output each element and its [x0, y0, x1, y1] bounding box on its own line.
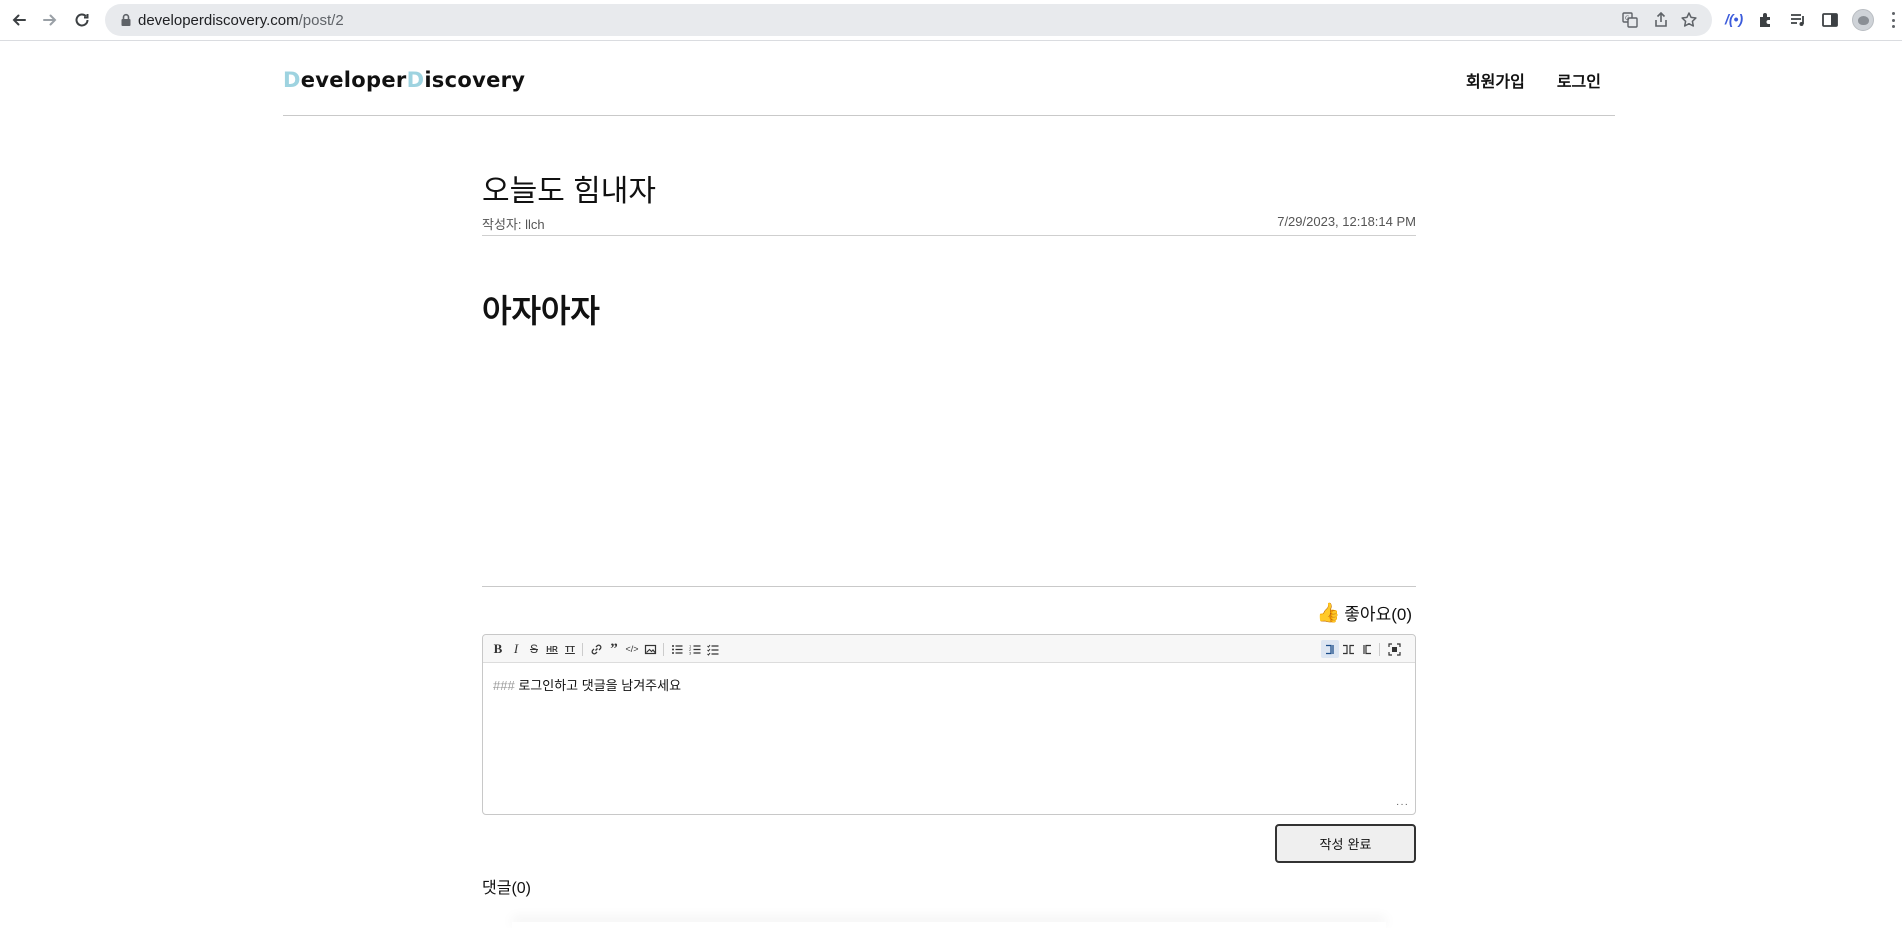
toolbar-separator — [582, 643, 583, 656]
comment-input[interactable]: ### 로그인하고 댓글을 남겨주세요 — [493, 675, 681, 694]
italic-icon[interactable]: I — [507, 640, 525, 658]
post-title: 오늘도 힘내자 — [482, 175, 656, 208]
image-icon[interactable] — [641, 640, 659, 658]
link-icon[interactable] — [587, 640, 605, 658]
site-header: DeveloperDiscovery 회원가입 로그인 — [283, 41, 1615, 116]
fullscreen-icon[interactable] — [1385, 640, 1403, 658]
thumbs-up-icon: 👍 — [1316, 602, 1341, 624]
post-body-heading: 아자아자 — [482, 293, 600, 329]
numbered-list-icon[interactable]: 123 — [686, 640, 704, 658]
hr-icon[interactable]: HR — [543, 640, 561, 658]
comment-editor: B I S HR TT ” </> 123 ### 로그인하고 댓글을 남겨주세… — [482, 634, 1416, 815]
code-icon[interactable]: </> — [623, 640, 641, 658]
bullet-list-icon[interactable] — [668, 640, 686, 658]
divider — [482, 586, 1416, 587]
url-text: developerdiscovery.com/post/2 — [138, 12, 344, 29]
login-link[interactable]: 로그인 — [1557, 68, 1601, 92]
resize-handle-icon[interactable]: ··· — [1396, 799, 1409, 810]
toolbar-separator — [663, 643, 664, 656]
toolbar-separator — [1379, 643, 1380, 656]
back-icon[interactable] — [6, 7, 32, 33]
edit-mode-icon[interactable] — [1321, 640, 1339, 658]
strikethrough-icon[interactable]: S — [525, 640, 543, 658]
like-label: 좋아요(0) — [1344, 605, 1412, 624]
header-nav: 회원가입 로그인 — [1466, 68, 1601, 92]
reload-icon[interactable] — [69, 7, 95, 33]
share-icon[interactable] — [1652, 11, 1670, 29]
bookmark-star-icon[interactable] — [1680, 11, 1698, 29]
side-panel-icon[interactable] — [1820, 10, 1840, 30]
reading-list-icon[interactable] — [1788, 10, 1808, 30]
live-mode-icon[interactable] — [1339, 640, 1357, 658]
comments-title: 댓글(0) — [482, 880, 531, 897]
comments-list — [512, 922, 1386, 928]
preview-mode-icon[interactable] — [1357, 640, 1375, 658]
extension-icon[interactable]: /(•) — [1725, 11, 1743, 27]
lock-icon — [121, 13, 131, 26]
post-author: 작성자: llch — [482, 217, 545, 232]
menu-icon[interactable] — [1890, 10, 1896, 30]
site-logo[interactable]: DeveloperDiscovery — [283, 68, 525, 92]
address-bar[interactable]: developerdiscovery.com/post/2 G — [105, 4, 1712, 36]
post-meta: 작성자: llch 7/29/2023, 12:18:14 PM — [482, 212, 1416, 236]
svg-text:3: 3 — [689, 650, 692, 655]
like-button[interactable]: 👍 좋아요(0) — [1317, 600, 1412, 625]
quote-icon[interactable]: ” — [605, 640, 623, 658]
editor-toolbar: B I S HR TT ” </> 123 — [483, 635, 1415, 663]
heading-icon[interactable]: TT — [561, 640, 579, 658]
browser-toolbar: developerdiscovery.com/post/2 G /(•) — [0, 0, 1902, 41]
translate-icon[interactable]: G — [1621, 11, 1639, 29]
checklist-icon[interactable] — [704, 640, 722, 658]
post-date: 7/29/2023, 12:18:14 PM — [1277, 214, 1416, 229]
svg-text:G: G — [1625, 15, 1630, 22]
puzzle-icon[interactable] — [1756, 10, 1776, 30]
bold-icon[interactable]: B — [489, 640, 507, 658]
submit-comment-button[interactable]: 작성 완료 — [1275, 824, 1416, 863]
profile-avatar[interactable] — [1852, 9, 1874, 31]
forward-icon[interactable] — [37, 7, 63, 33]
signup-link[interactable]: 회원가입 — [1466, 68, 1525, 92]
